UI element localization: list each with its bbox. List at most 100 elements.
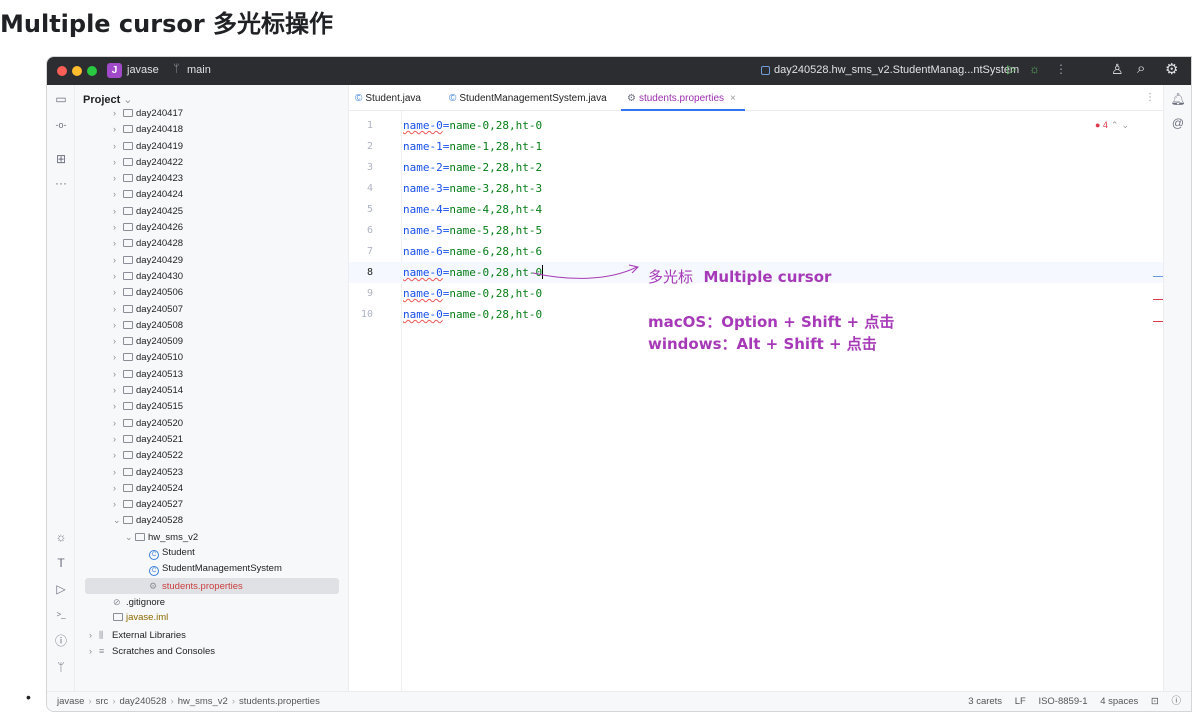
chevron-right-icon[interactable]: ›: [113, 349, 123, 365]
lock-icon[interactable]: ⊡: [1151, 696, 1159, 707]
user-icon[interactable]: ♙: [1111, 61, 1124, 78]
tree-folder[interactable]: › day240522: [75, 447, 349, 463]
project-folder-icon[interactable]: ▭: [53, 91, 69, 107]
close-window-button[interactable]: [57, 66, 67, 76]
chevron-right-icon[interactable]: ›: [113, 105, 123, 121]
tree-folder[interactable]: › day240513: [75, 366, 349, 382]
chevron-right-icon[interactable]: ›: [113, 235, 123, 251]
tree-folder[interactable]: › day240419: [75, 138, 349, 154]
tree-folder[interactable]: › day240417: [75, 105, 349, 121]
tree-folder[interactable]: › day240514: [75, 382, 349, 398]
chevron-right-icon[interactable]: ›: [113, 447, 123, 463]
code-line[interactable]: 4 name-3=name-3,28,ht-3: [349, 178, 1163, 199]
tab-sms-java[interactable]: © StudentManagementSystem.java: [449, 93, 607, 104]
tree-external-libraries[interactable]: › ⫼ External Libraries: [75, 627, 349, 643]
build-icon[interactable]: T: [53, 555, 69, 571]
tree-folder[interactable]: › day240418: [75, 121, 349, 137]
notifications-icon[interactable]: 🔔︎: [1170, 91, 1186, 107]
tree-folder[interactable]: › day240521: [75, 431, 349, 447]
tree-folder-open[interactable]: ⌄ day240528: [75, 512, 349, 528]
tree-folder[interactable]: › day240524: [75, 480, 349, 496]
chevron-right-icon[interactable]: ›: [113, 301, 123, 317]
chevron-down-icon[interactable]: ⌄: [1121, 120, 1129, 130]
debug-icon[interactable]: ☼: [1029, 62, 1040, 76]
project-badge-icon[interactable]: J: [107, 63, 122, 78]
tree-gitignore[interactable]: ⊘ .gitignore: [75, 594, 349, 610]
code-line[interactable]: 1 name-0=name-0,28,ht-0: [349, 115, 1163, 136]
chevron-right-icon[interactable]: ›: [113, 333, 123, 349]
chevron-right-icon[interactable]: ›: [113, 431, 123, 447]
breadcrumb-item[interactable]: students.properties: [239, 696, 320, 707]
tree-folder[interactable]: › day240426: [75, 219, 349, 235]
chevron-right-icon[interactable]: ›: [113, 268, 123, 284]
chevron-right-icon[interactable]: ›: [113, 464, 123, 480]
chevron-right-icon[interactable]: ›: [113, 138, 123, 154]
tree-folder[interactable]: › day240510: [75, 349, 349, 365]
debug-tool-icon[interactable]: ☼: [53, 529, 69, 545]
settings-icon[interactable]: ⚙: [1165, 60, 1178, 78]
more-tools-icon[interactable]: ···: [53, 175, 69, 191]
chevron-right-icon[interactable]: ›: [113, 382, 123, 398]
chevron-right-icon[interactable]: ›: [113, 284, 123, 300]
more-actions-icon[interactable]: ⋮: [1055, 62, 1067, 76]
tree-class-student[interactable]: C Student: [75, 545, 349, 561]
tab-students-properties[interactable]: ⚙ students.properties ×: [627, 93, 736, 104]
chevron-down-icon[interactable]: ⌄: [125, 529, 135, 545]
breadcrumb-item[interactable]: day240528: [119, 696, 166, 707]
run-config-selector[interactable]: day240528.hw_sms_v2.StudentManag...ntSys…: [774, 64, 1019, 76]
minimize-window-button[interactable]: [72, 66, 82, 76]
tree-iml[interactable]: javase.iml: [75, 610, 349, 626]
file-encoding[interactable]: ISO-8859-1: [1038, 696, 1087, 707]
close-icon[interactable]: ×: [730, 93, 736, 104]
tree-folder[interactable]: › day240509: [75, 333, 349, 349]
project-switcher[interactable]: javase: [127, 64, 159, 76]
tree-folder[interactable]: › day240428: [75, 235, 349, 251]
chevron-right-icon[interactable]: ›: [113, 203, 123, 219]
chevron-right-icon[interactable]: ›: [113, 121, 123, 137]
chevron-right-icon[interactable]: ›: [113, 317, 123, 333]
tree-scratches[interactable]: › ≡ Scratches and Consoles: [75, 643, 349, 659]
problems-icon[interactable]: ⓘ: [53, 633, 69, 649]
code-editor[interactable]: 1 name-0=name-0,28,ht-0 2 name-1=name-1,28,…: [349, 111, 1163, 691]
terminal-icon[interactable]: >_: [53, 607, 69, 623]
chevron-up-icon[interactable]: ⌃: [1111, 120, 1119, 130]
inspection-widget[interactable]: ● 4 ⌃ ⌄: [1095, 120, 1129, 131]
branch-switcher[interactable]: main: [187, 64, 211, 76]
chevron-right-icon[interactable]: ›: [113, 154, 123, 170]
chevron-right-icon[interactable]: ›: [113, 170, 123, 186]
breadcrumb-item[interactable]: hw_sms_v2: [178, 696, 228, 707]
chevron-right-icon[interactable]: ›: [113, 252, 123, 268]
tree-folder[interactable]: › day240523: [75, 464, 349, 480]
git-icon[interactable]: ᛘ: [53, 659, 69, 675]
tab-student-java[interactable]: © Student.java: [355, 93, 421, 104]
tree-folder[interactable]: › day240422: [75, 154, 349, 170]
tree-folder[interactable]: › day240507: [75, 301, 349, 317]
chevron-right-icon[interactable]: ›: [113, 415, 123, 431]
code-line[interactable]: 5 name-4=name-4,28,ht-4: [349, 199, 1163, 220]
tree-folder[interactable]: › day240506: [75, 284, 349, 300]
tree-folder[interactable]: › day240515: [75, 398, 349, 414]
tree-folder[interactable]: › day240429: [75, 252, 349, 268]
tree-subfolder[interactable]: ⌄ hw_sms_v2: [75, 529, 349, 545]
chevron-right-icon[interactable]: ›: [113, 186, 123, 202]
tree-folder[interactable]: › day240508: [75, 317, 349, 333]
info-icon[interactable]: ⓘ: [1171, 696, 1181, 707]
structure-icon[interactable]: ⊞: [53, 151, 69, 167]
indent-setting[interactable]: 4 spaces: [1100, 696, 1138, 707]
services-icon[interactable]: ▷: [53, 581, 69, 597]
breadcrumb-item[interactable]: src: [96, 696, 109, 707]
tree-class-sms[interactable]: C StudentManagementSystem: [75, 561, 349, 577]
code-line[interactable]: 2 name-1=name-1,28,ht-1: [349, 136, 1163, 157]
chevron-right-icon[interactable]: ›: [113, 398, 123, 414]
code-line[interactable]: 3 name-2=name-2,28,ht-2: [349, 157, 1163, 178]
commit-icon[interactable]: -o-: [53, 117, 69, 133]
tree-folder[interactable]: › day240424: [75, 186, 349, 202]
chevron-right-icon[interactable]: ›: [89, 627, 99, 643]
tab-menu-icon[interactable]: ⋮: [1145, 92, 1155, 103]
line-separator[interactable]: LF: [1015, 696, 1026, 707]
tree-folder[interactable]: › day240430: [75, 268, 349, 284]
tree-folder[interactable]: › day240527: [75, 496, 349, 512]
tree-folder[interactable]: › day240423: [75, 170, 349, 186]
chevron-right-icon[interactable]: ›: [113, 496, 123, 512]
ai-assistant-icon[interactable]: @: [1170, 115, 1186, 131]
